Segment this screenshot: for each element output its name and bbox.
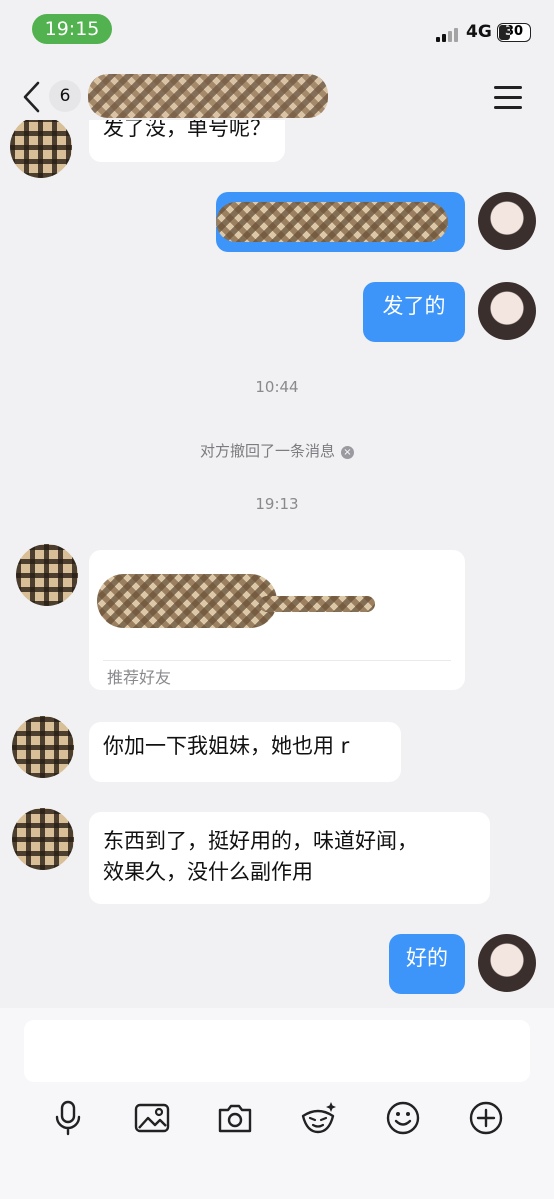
contact-avatar[interactable] xyxy=(12,808,74,870)
contact-avatar[interactable] xyxy=(10,120,72,178)
timestamp: 10:44 xyxy=(255,378,299,396)
redacted-message-content xyxy=(216,202,448,242)
message-bubble-sent[interactable]: 好的 xyxy=(389,934,465,994)
timestamp: 19:13 xyxy=(255,495,299,513)
self-avatar[interactable] xyxy=(478,192,536,250)
microphone-icon[interactable] xyxy=(48,1098,88,1138)
back-icon[interactable] xyxy=(20,79,44,115)
message-text: 你加一下我姐妹，她也用 r xyxy=(103,734,350,758)
message-bubble-received[interactable]: 东西到了，挺好用的，味道好闻， 效果久，没什么副作用 xyxy=(89,812,490,904)
camera-icon[interactable] xyxy=(215,1098,255,1138)
battery-level: 30 xyxy=(504,24,524,39)
input-area xyxy=(0,1008,554,1199)
plus-icon[interactable] xyxy=(466,1098,506,1138)
message-text: 发了的 xyxy=(382,294,446,318)
menu-icon[interactable] xyxy=(494,86,522,110)
contact-name-redacted xyxy=(88,74,328,118)
emoji-icon[interactable] xyxy=(383,1098,423,1138)
recommended-friend-card[interactable]: 推荐好友 xyxy=(89,550,465,690)
message-bubble-sent[interactable] xyxy=(216,192,465,252)
message-bubble-received[interactable]: 你加一下我姐妹，她也用 r xyxy=(89,722,401,782)
message-text: 好的 xyxy=(406,946,448,970)
status-time: 19:15 xyxy=(32,14,112,44)
message-text-line: 东西到了，挺好用的，味道好闻， xyxy=(103,829,418,853)
redacted-card-avatar xyxy=(97,574,277,628)
sticker-icon[interactable] xyxy=(298,1098,338,1138)
self-avatar[interactable] xyxy=(478,934,536,992)
divider xyxy=(103,660,451,661)
network-type: 4G xyxy=(466,22,492,42)
contact-avatar[interactable] xyxy=(16,544,78,606)
self-avatar[interactable] xyxy=(478,282,536,340)
image-icon[interactable] xyxy=(132,1098,172,1138)
message-text: 发了没，单号呢？ xyxy=(103,120,271,140)
contact-avatar[interactable] xyxy=(12,716,74,778)
message-bubble-received[interactable]: 发了没，单号呢？ xyxy=(89,120,285,162)
message-text-line: 效果久，没什么副作用 xyxy=(103,860,313,884)
close-icon: × xyxy=(341,446,354,459)
chat-message-list[interactable]: 发了没，单号呢？ 发了的 10:44 对方撤回了一条消息 × 19:13 推荐好友… xyxy=(0,120,554,1008)
unread-count-badge[interactable]: 6 xyxy=(49,80,81,112)
battery-icon: 30 xyxy=(497,23,531,42)
redacted-card-name xyxy=(259,596,375,612)
message-input[interactable] xyxy=(24,1020,530,1082)
message-bubble-sent[interactable]: 发了的 xyxy=(363,282,465,342)
signal-icon xyxy=(436,26,460,42)
input-toolbar xyxy=(0,1098,554,1138)
card-label: 推荐好友 xyxy=(107,668,172,687)
status-bar: 19:15 4G 30 xyxy=(0,0,554,62)
recall-notice: 对方撤回了一条消息 × xyxy=(0,440,554,461)
recall-notice-text: 对方撤回了一条消息 xyxy=(199,442,335,460)
